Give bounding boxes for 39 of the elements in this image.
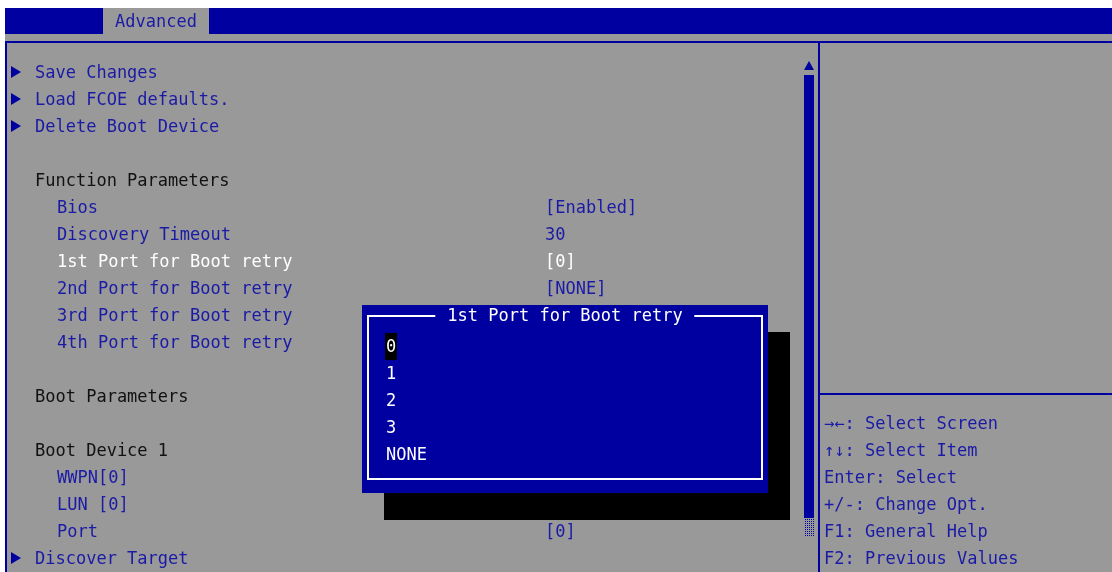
key-help-text: →←: Select Screen — [824, 412, 999, 435]
setting-value: [0] — [545, 520, 576, 541]
dialog-option[interactable]: NONE — [385, 441, 428, 468]
key-help-text: Enter: Select — [824, 466, 959, 489]
submenu-link[interactable]: Load FCOE defaults. — [35, 88, 230, 109]
key-help-text: F2: Previous Values — [824, 547, 1020, 570]
submenu-link[interactable]: Delete Boot Device — [35, 115, 220, 136]
triangle-right-icon — [10, 118, 22, 133]
submenu-link[interactable]: Save Changes — [35, 61, 158, 82]
setting-label[interactable]: Port — [57, 520, 98, 541]
key-help-text: F1: General Help — [824, 520, 989, 543]
section-heading: Function Parameters — [35, 169, 230, 190]
setting-label[interactable]: Bios — [57, 196, 98, 217]
section-heading: Boot Device 1 — [35, 439, 169, 460]
triangle-right-icon — [10, 64, 22, 79]
setting-label[interactable]: 1st Port for Boot retry — [57, 250, 293, 271]
dialog-option[interactable]: 2 — [385, 387, 398, 414]
key-help-text: ↑↓: Select Item — [824, 439, 979, 462]
triangle-right-icon — [10, 550, 22, 565]
setting-value: [NONE] — [545, 277, 607, 298]
setting-value: [0] — [545, 250, 576, 271]
dialog-option[interactable]: 1 — [385, 360, 398, 387]
setting-value: 30 — [545, 223, 566, 244]
setting-label[interactable]: 4th Port for Boot retry — [57, 331, 293, 352]
dialog-option[interactable]: 0 — [385, 333, 398, 360]
setting-label[interactable]: 2nd Port for Boot retry — [57, 277, 293, 298]
triangle-right-icon — [10, 91, 22, 106]
dialog-title: 1st Port for Boot retry — [435, 305, 695, 325]
setting-label[interactable]: LUN [0] — [57, 493, 129, 514]
setting-label[interactable]: Discovery Timeout — [57, 223, 231, 244]
key-help-text: +/-: Change Opt. — [824, 493, 989, 516]
dialog-option[interactable]: 3 — [385, 414, 398, 441]
section-heading: Boot Parameters — [35, 385, 189, 406]
setting-label[interactable]: WWPN[0] — [57, 466, 129, 487]
setting-value: [Enabled] — [545, 196, 638, 217]
setting-label[interactable]: 3rd Port for Boot retry — [57, 304, 293, 325]
submenu-link[interactable]: Discover Target — [35, 547, 189, 568]
menu-tab[interactable]: Advanced — [103, 8, 209, 34]
scroll-bar-drawing[interactable] — [803, 61, 815, 536]
